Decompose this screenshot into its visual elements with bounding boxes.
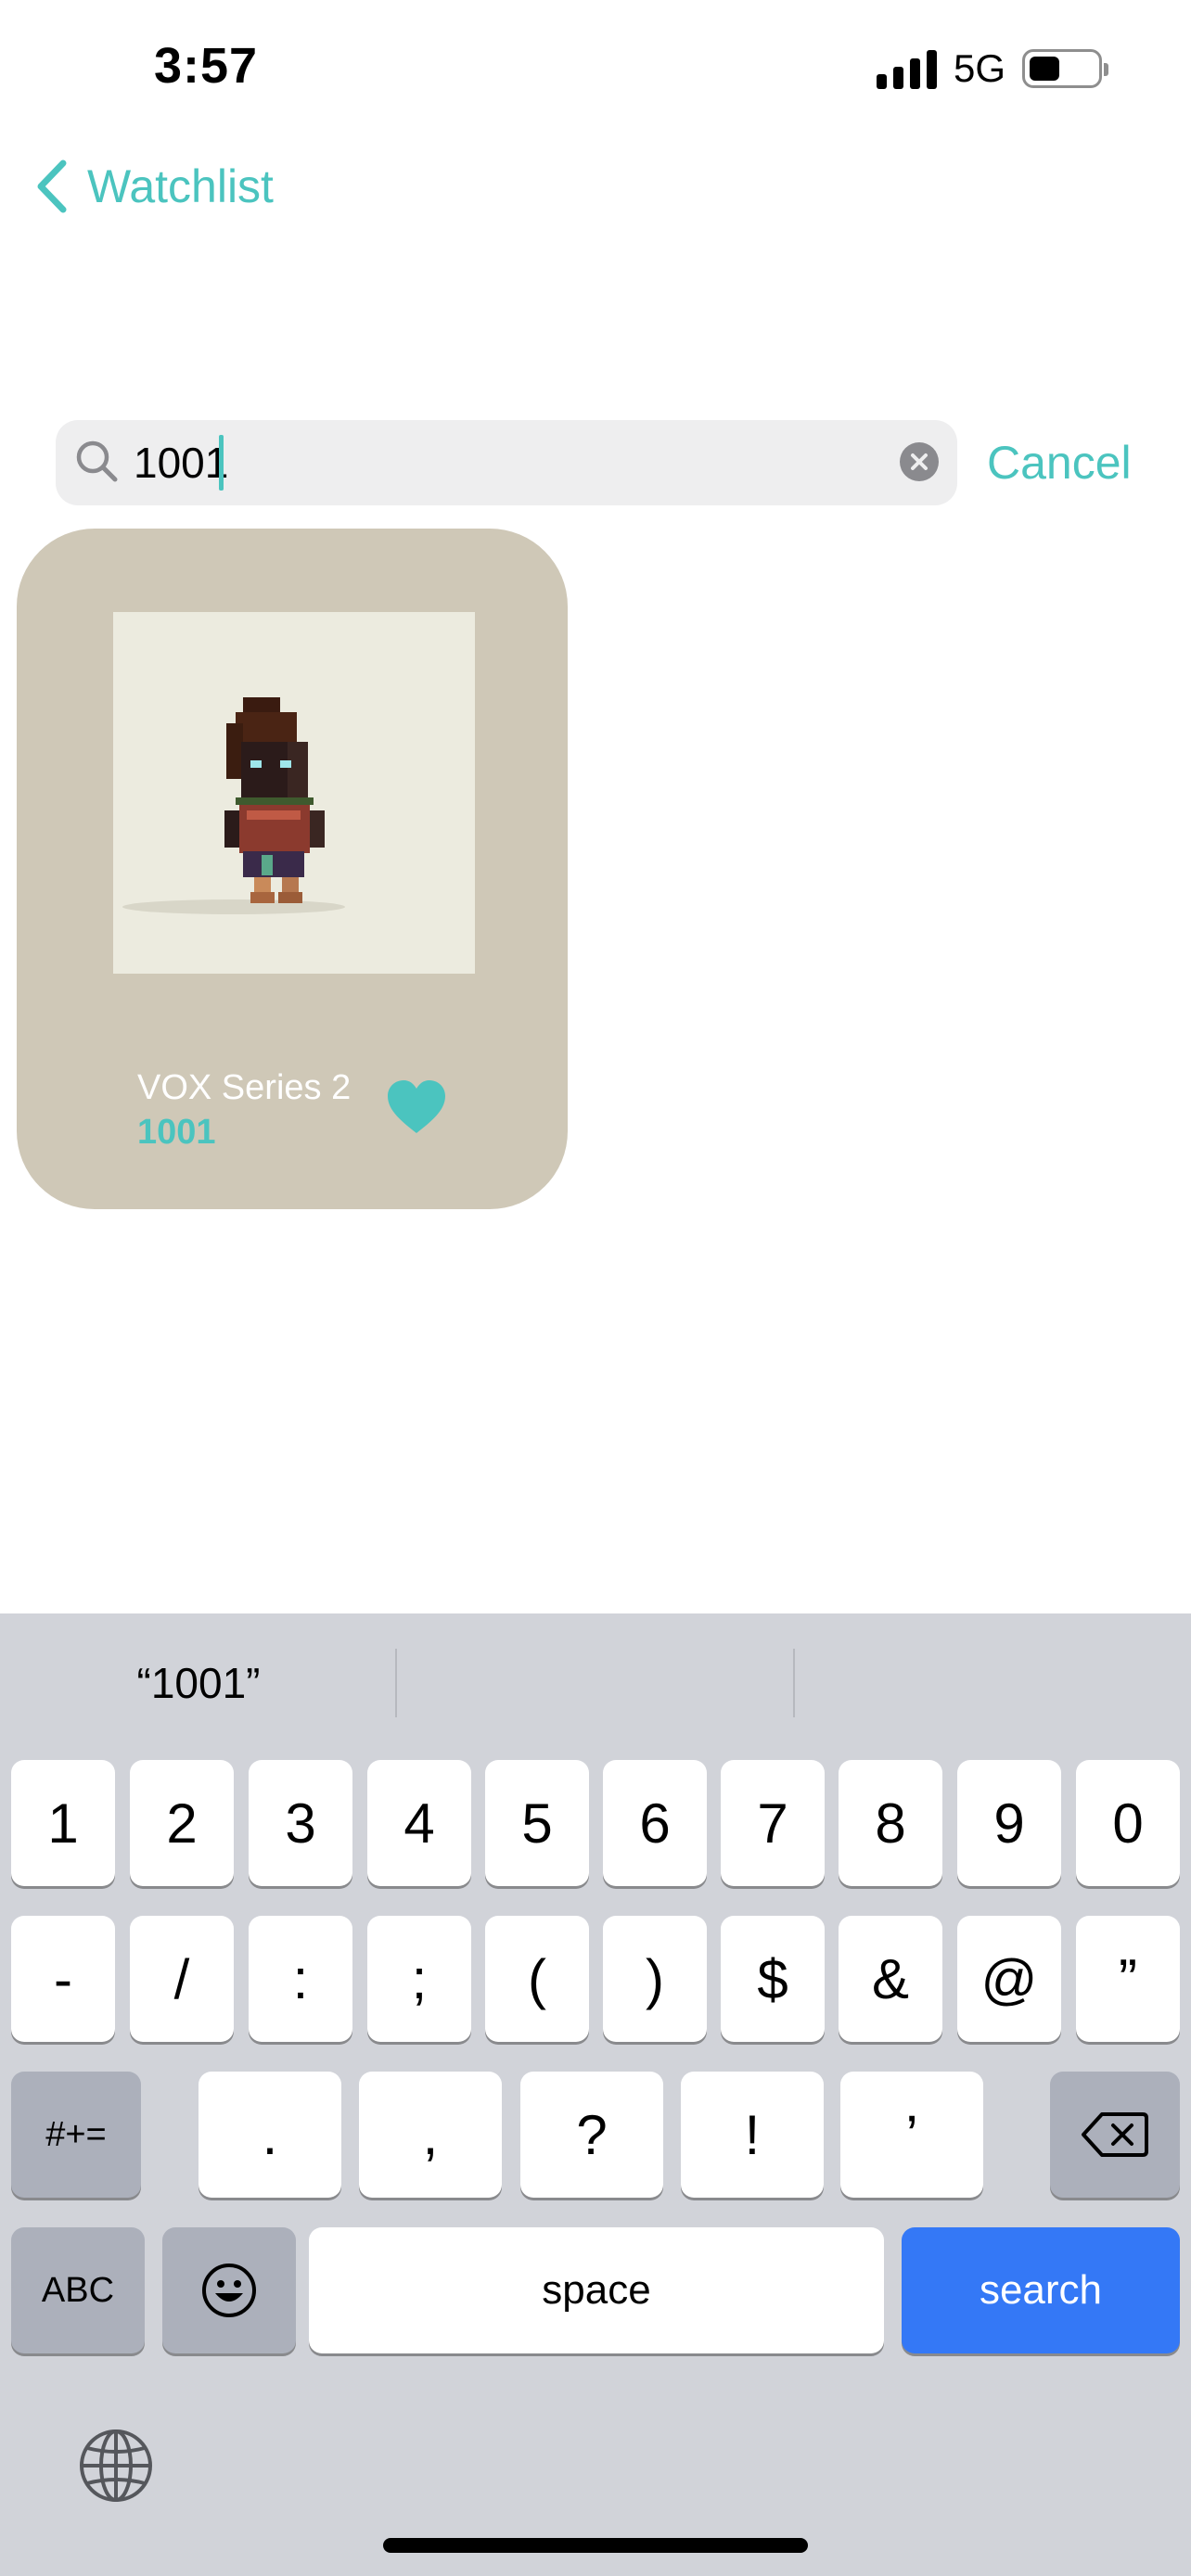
backspace-icon [1082, 2112, 1148, 2157]
key-at[interactable]: @ [957, 1916, 1061, 2042]
key-0[interactable]: 0 [1076, 1760, 1180, 1886]
key-period[interactable]: . [198, 2072, 341, 2198]
key-comma[interactable]: , [359, 2072, 502, 2198]
collection-name: VOX Series 2 [137, 1068, 352, 1107]
status-time: 3:57 [154, 38, 259, 94]
voxel-character-image [122, 697, 345, 914]
suggestion-divider [793, 1649, 795, 1717]
key-4[interactable]: 4 [367, 1760, 471, 1886]
emoji-key[interactable] [162, 2227, 296, 2353]
favorite-heart-icon[interactable] [384, 1078, 449, 1137]
key-colon[interactable]: : [249, 1916, 352, 2042]
nft-card[interactable]: VOX Series 2 1001 [17, 529, 568, 1209]
search-icon [76, 440, 118, 482]
abc-key[interactable]: ABC [11, 2227, 145, 2353]
key-slash[interactable]: / [130, 1916, 234, 2042]
key-7[interactable]: 7 [721, 1760, 825, 1886]
key-question[interactable]: ? [520, 2072, 663, 2198]
back-label: Watchlist [87, 160, 274, 212]
chevron-left-icon [37, 159, 67, 213]
key-open-paren[interactable]: ( [485, 1916, 589, 2042]
battery-icon [1022, 49, 1108, 88]
key-semicolon[interactable]: ; [367, 1916, 471, 2042]
text-cursor [219, 435, 224, 491]
search-input[interactable] [134, 420, 876, 505]
key-6[interactable]: 6 [603, 1760, 707, 1886]
space-key[interactable]: space [309, 2227, 884, 2353]
emoji-icon [202, 2264, 256, 2317]
suggestion-divider [395, 1649, 397, 1717]
key-apostrophe[interactable]: ’ [840, 2072, 983, 2198]
suggestion-item[interactable]: “1001” [0, 1613, 397, 1753]
key-1[interactable]: 1 [11, 1760, 115, 1886]
key-hyphen[interactable]: - [11, 1916, 115, 2042]
keyboard: “1001” 1 2 3 4 5 6 7 8 9 0 - / : ; ( ) $… [0, 1613, 1191, 2576]
status-indicators: 5G [876, 46, 1108, 91]
back-button[interactable]: Watchlist [33, 158, 274, 215]
globe-icon[interactable] [78, 2428, 154, 2504]
key-2[interactable]: 2 [130, 1760, 234, 1886]
key-5[interactable]: 5 [485, 1760, 589, 1886]
key-9[interactable]: 9 [957, 1760, 1061, 1886]
clear-icon [911, 453, 928, 470]
search-bar[interactable] [56, 420, 957, 505]
key-8[interactable]: 8 [839, 1760, 942, 1886]
network-type: 5G [953, 46, 1005, 90]
search-key[interactable]: search [902, 2227, 1180, 2353]
key-ampersand[interactable]: & [839, 1916, 942, 2042]
nft-image [113, 612, 475, 974]
key-3[interactable]: 3 [249, 1760, 352, 1886]
key-quote[interactable]: ” [1076, 1916, 1180, 2042]
key-dollar[interactable]: $ [721, 1916, 825, 2042]
suggestion-bar: “1001” [0, 1613, 1191, 1753]
battery-level [1030, 57, 1059, 81]
cancel-button[interactable]: Cancel [987, 436, 1132, 490]
home-indicator [383, 2538, 808, 2553]
key-close-paren[interactable]: ) [603, 1916, 707, 2042]
key-exclamation[interactable]: ! [681, 2072, 824, 2198]
cellular-signal-icon [876, 48, 937, 89]
key-more-symbols[interactable]: #+= [11, 2072, 141, 2198]
backspace-key[interactable] [1050, 2072, 1180, 2198]
clear-search-button[interactable] [900, 442, 939, 481]
token-id: 1001 [137, 1113, 216, 1152]
